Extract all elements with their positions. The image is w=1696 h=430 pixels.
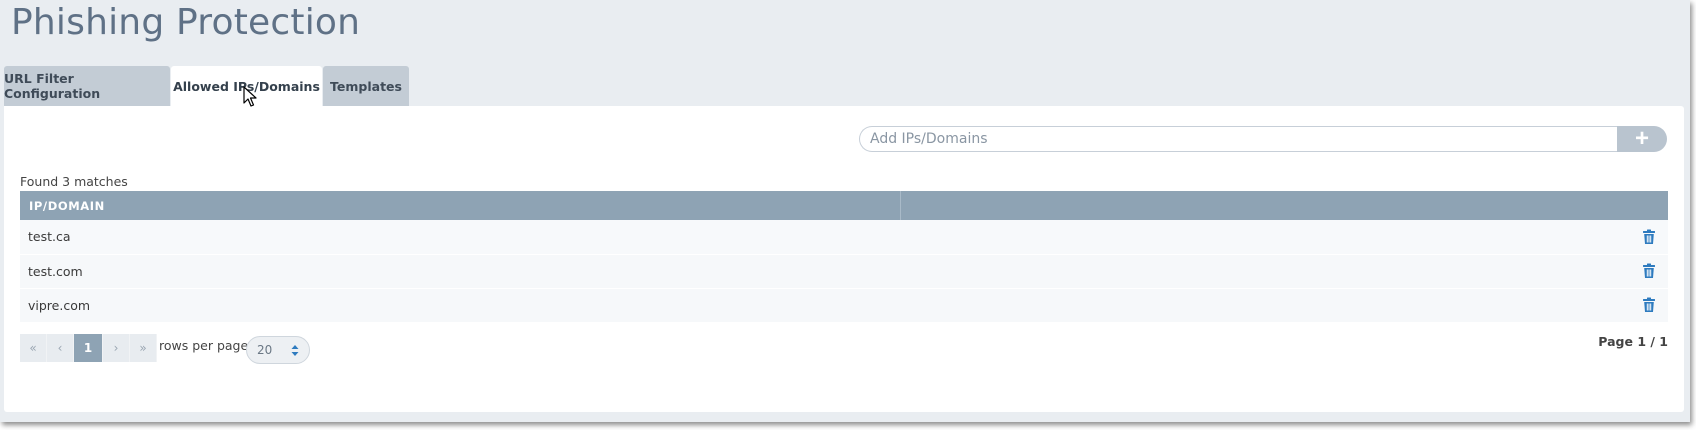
results-count: Found 3 matches	[20, 174, 128, 189]
tab-url-filter-configuration[interactable]: URL Filter Configuration	[4, 66, 170, 106]
action-cell	[901, 288, 1669, 322]
first-page-button[interactable]: «	[20, 334, 47, 362]
trash-icon[interactable]	[1642, 297, 1656, 313]
pagination: « ‹ 1 › »	[20, 334, 157, 362]
domain-cell: vipre.com	[28, 297, 91, 313]
action-cell	[901, 220, 1669, 254]
next-page-button[interactable]: ›	[103, 334, 130, 362]
table-header-row: IP/DOMAIN	[20, 191, 1668, 220]
page-1-button[interactable]: 1	[74, 334, 103, 362]
plus-icon: +	[1634, 125, 1649, 152]
column-header-ip-domain[interactable]: IP/DOMAIN	[20, 191, 901, 220]
domains-table: IP/DOMAIN test.ca test.com vipre.com	[20, 191, 1668, 323]
prev-page-button[interactable]: ‹	[47, 334, 74, 362]
add-domain-button[interactable]: +	[1617, 126, 1667, 152]
content-panel: + Found 3 matches IP/DOMAIN test.ca	[4, 106, 1684, 412]
domain-cell: test.ca	[28, 229, 71, 245]
app-window: Phishing Protection URL Filter Configura…	[0, 0, 1690, 422]
rows-per-page-value: 20	[257, 343, 273, 357]
trash-icon[interactable]	[1642, 263, 1656, 279]
page-title: Phishing Protection	[11, 2, 361, 43]
table-row: test.ca	[20, 220, 1668, 254]
action-cell	[901, 254, 1669, 288]
trash-icon[interactable]	[1642, 229, 1656, 245]
sort-arrows-icon	[291, 345, 299, 356]
column-header-actions	[901, 191, 1669, 220]
tab-templates[interactable]: Templates	[323, 66, 409, 106]
table-row: test.com	[20, 254, 1668, 288]
add-ips-domains-input[interactable]	[859, 126, 1619, 152]
rows-per-page-select[interactable]: 20	[246, 336, 310, 364]
tab-allowed-ips-domains[interactable]: Allowed IPs/Domains	[171, 66, 322, 107]
add-domain-form: +	[859, 126, 1667, 152]
page-info: Page 1 / 1	[1598, 334, 1668, 349]
domain-cell: test.com	[28, 263, 83, 279]
rows-per-page-label: rows per page	[159, 338, 249, 353]
table-row: vipre.com	[20, 288, 1668, 322]
last-page-button[interactable]: »	[130, 334, 157, 362]
